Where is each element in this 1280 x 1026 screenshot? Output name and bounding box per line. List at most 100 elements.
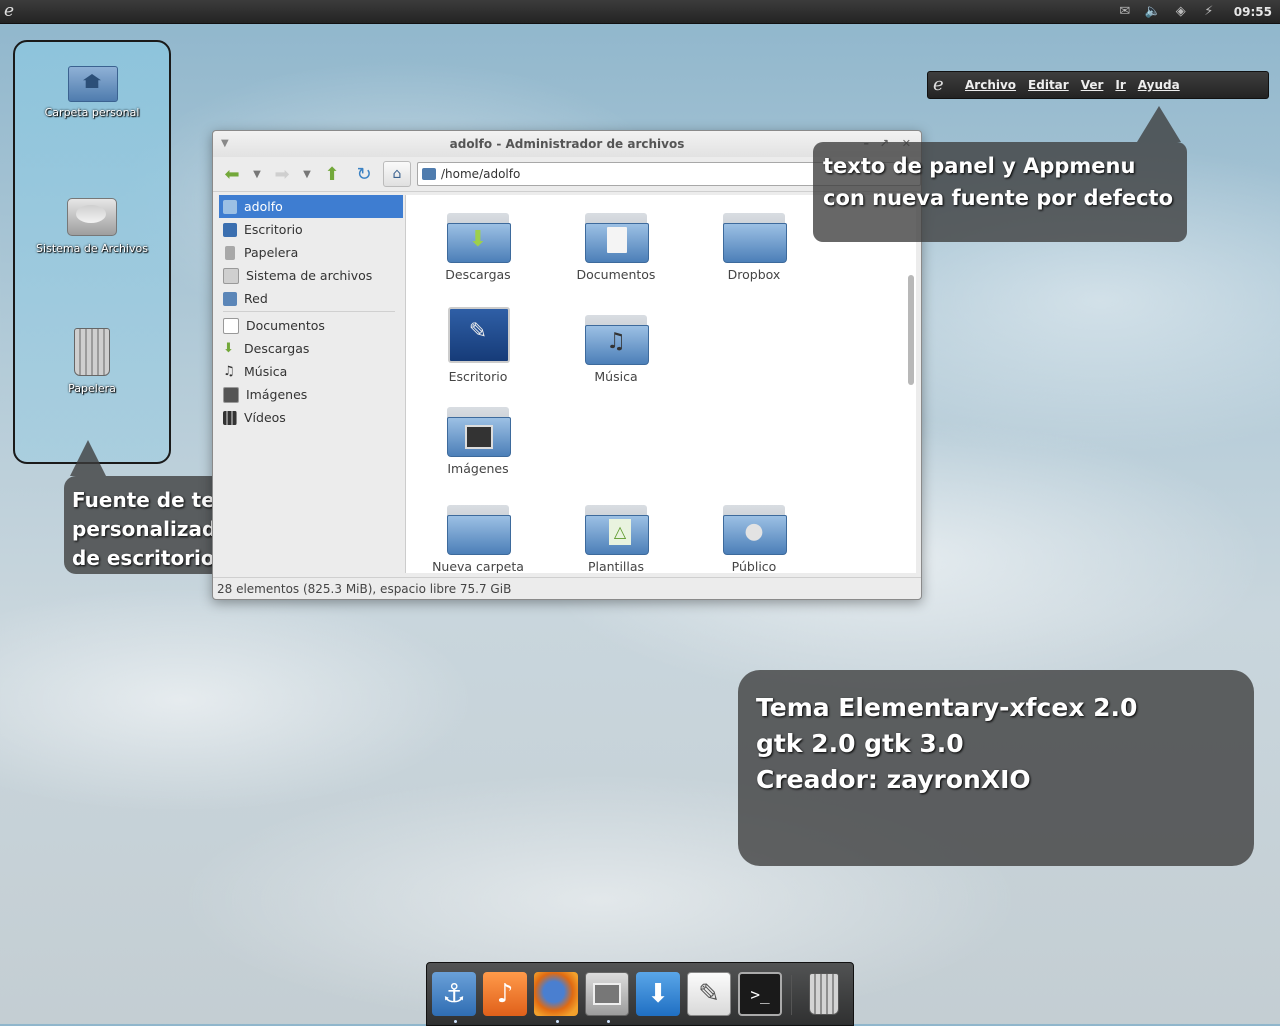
elementary-logo-icon[interactable]: e xyxy=(4,2,22,20)
callout-text: texto de panel y Appmenu con nueva fuent… xyxy=(823,154,1174,210)
drive-icon xyxy=(223,267,239,284)
public-folder-icon: ● xyxy=(723,505,787,555)
sidebar-item-descargas[interactable]: ⬇ Descargas xyxy=(219,337,403,360)
forward-arrow-icon[interactable]: ➡ xyxy=(269,162,295,186)
trash-icon xyxy=(225,245,235,260)
top-panel: e ✉ 🔈 ◈ ⚡ 09:55 xyxy=(0,0,1280,24)
firefox-icon[interactable] xyxy=(534,972,578,1016)
desktop-icon-label: Papelera xyxy=(68,382,116,395)
file-item-label: Imágenes xyxy=(447,461,509,476)
forward-history-dropdown-icon[interactable]: ▼ xyxy=(301,162,313,186)
window-menu-icon[interactable]: ▼ xyxy=(221,131,229,157)
sidebar-item-escritorio[interactable]: Escritorio xyxy=(219,218,403,241)
desktop-icon-label: Carpeta personal xyxy=(44,106,140,119)
dropbox-icon[interactable]: ◈ xyxy=(1172,4,1190,19)
network-icon xyxy=(223,291,237,306)
elementary-logo-icon[interactable]: e xyxy=(933,75,953,95)
sidebar-item-sistema[interactable]: Sistema de archivos xyxy=(219,264,403,287)
home-button[interactable]: ⌂ xyxy=(383,161,411,187)
sidebar-item-label: Red xyxy=(244,291,268,306)
desktop-folder-icon: ✎ xyxy=(447,307,510,363)
file-manager-icon[interactable] xyxy=(585,972,629,1016)
sidebar-item-musica[interactable]: ♫ Música xyxy=(219,360,403,383)
sidebar-item-adolfo[interactable]: adolfo xyxy=(219,195,403,218)
desktop-icon-filesystem[interactable]: Sistema de Archivos xyxy=(15,198,169,255)
sidebar-item-label: Imágenes xyxy=(246,387,308,402)
home-icon: ⌂ xyxy=(392,166,402,182)
pictures-folder-icon xyxy=(447,407,511,457)
sidebar: adolfo Escritorio Papelera Sistema de ar… xyxy=(219,195,403,571)
sidebar-item-papelera[interactable]: Papelera xyxy=(219,241,403,264)
file-view: ⬇ Descargas Documentos Dropbox ✎ Escrito… xyxy=(405,195,916,573)
mail-icon[interactable]: ✉ xyxy=(1116,4,1134,19)
film-icon xyxy=(223,410,237,425)
network-icon[interactable]: ⚡ xyxy=(1200,4,1218,19)
folder-home-icon xyxy=(422,168,436,180)
menu-editar[interactable]: Editar xyxy=(1028,78,1069,92)
file-item-label: Música xyxy=(594,369,638,384)
menu-ayuda[interactable]: Ayuda xyxy=(1138,78,1180,92)
file-item[interactable]: ✎ Escritorio xyxy=(413,307,543,384)
running-indicator xyxy=(454,1020,457,1023)
back-history-dropdown-icon[interactable]: ▼ xyxy=(251,162,263,186)
running-indicator xyxy=(607,1020,610,1023)
sidebar-item-imagenes[interactable]: Imágenes xyxy=(219,383,403,406)
desktop-icons-area: Carpeta personal Sistema de Archivos Pap… xyxy=(13,40,171,464)
menu-ir[interactable]: Ir xyxy=(1115,78,1125,92)
file-item-label: Dropbox xyxy=(727,267,781,282)
desktop-icon-trash[interactable]: Papelera xyxy=(15,328,169,395)
home-folder-icon xyxy=(223,199,237,214)
volume-icon[interactable]: 🔈 xyxy=(1144,4,1162,19)
music-note-icon[interactable]: ♪ xyxy=(483,972,527,1016)
sidebar-item-videos[interactable]: Vídeos xyxy=(219,406,403,429)
download-icon[interactable]: ⬇ xyxy=(636,972,680,1016)
running-indicator xyxy=(556,1020,559,1023)
file-item[interactable]: ⬇ Descargas xyxy=(413,213,543,282)
dock-separator xyxy=(791,975,792,1015)
file-item[interactable]: △ Plantillas xyxy=(551,505,681,573)
back-arrow-icon[interactable]: ⬅ xyxy=(219,162,245,186)
vertical-scrollbar[interactable] xyxy=(908,275,914,385)
file-item[interactable]: Documentos xyxy=(551,213,681,282)
file-item[interactable]: ● Público xyxy=(689,505,819,573)
text-editor-icon[interactable]: ✎ xyxy=(687,972,731,1016)
up-arrow-icon[interactable]: ⬆ xyxy=(319,162,345,186)
desktop-icon-label: Sistema de Archivos xyxy=(36,242,148,255)
clock[interactable]: 09:55 xyxy=(1234,5,1272,19)
file-item[interactable]: ♫ Música xyxy=(551,315,681,384)
theme-name: Tema Elementary-xfcex 2.0 xyxy=(756,693,1138,722)
menu-ver[interactable]: Ver xyxy=(1081,78,1104,92)
file-item-label: Escritorio xyxy=(448,369,508,384)
file-item[interactable]: Dropbox xyxy=(689,213,819,282)
menu-archivo[interactable]: Archivo xyxy=(965,78,1016,92)
sidebar-item-label: adolfo xyxy=(244,199,283,214)
sidebar-item-label: Descargas xyxy=(244,341,310,356)
sidebar-item-documentos[interactable]: Documentos xyxy=(219,314,403,337)
desktop-icon-home[interactable]: Carpeta personal xyxy=(15,60,169,119)
templates-folder-icon: △ xyxy=(585,505,649,555)
dock: ⚓ ♪ ⬇ ✎ >_ xyxy=(426,962,854,1026)
file-item[interactable]: Nueva carpeta xyxy=(413,505,543,573)
anchor-icon[interactable]: ⚓ xyxy=(432,972,476,1016)
download-arrow-icon: ⬇ xyxy=(223,340,234,356)
reload-icon[interactable]: ↻ xyxy=(351,162,377,186)
file-item-label: Nueva carpeta xyxy=(432,559,524,573)
home-folder-icon xyxy=(68,60,118,102)
folder-icon xyxy=(447,505,511,555)
document-icon xyxy=(223,317,239,334)
trash-icon[interactable] xyxy=(802,972,846,1016)
sidebar-item-label: Vídeos xyxy=(244,410,286,425)
callout-panel-font: texto de panel y Appmenu con nueva fuent… xyxy=(813,106,1187,242)
sidebar-item-label: Papelera xyxy=(244,245,299,260)
file-item[interactable]: Imágenes xyxy=(413,407,543,476)
terminal-icon[interactable]: >_ xyxy=(738,972,782,1016)
theme-creator: Creador: zayronXIO xyxy=(756,765,1031,794)
file-item-label: Documentos xyxy=(576,267,656,282)
sidebar-item-red[interactable]: Red xyxy=(219,287,403,310)
sidebar-item-label: Sistema de archivos xyxy=(246,268,373,283)
callout-theme-info: Tema Elementary-xfcex 2.0 gtk 2.0 gtk 3.… xyxy=(738,670,1254,866)
system-tray: ✉ 🔈 ◈ ⚡ 09:55 xyxy=(1116,0,1280,23)
image-icon xyxy=(223,386,239,403)
status-bar: 28 elementos (825.3 MiB), espacio libre … xyxy=(213,577,921,599)
file-item-label: Descargas xyxy=(445,267,511,282)
